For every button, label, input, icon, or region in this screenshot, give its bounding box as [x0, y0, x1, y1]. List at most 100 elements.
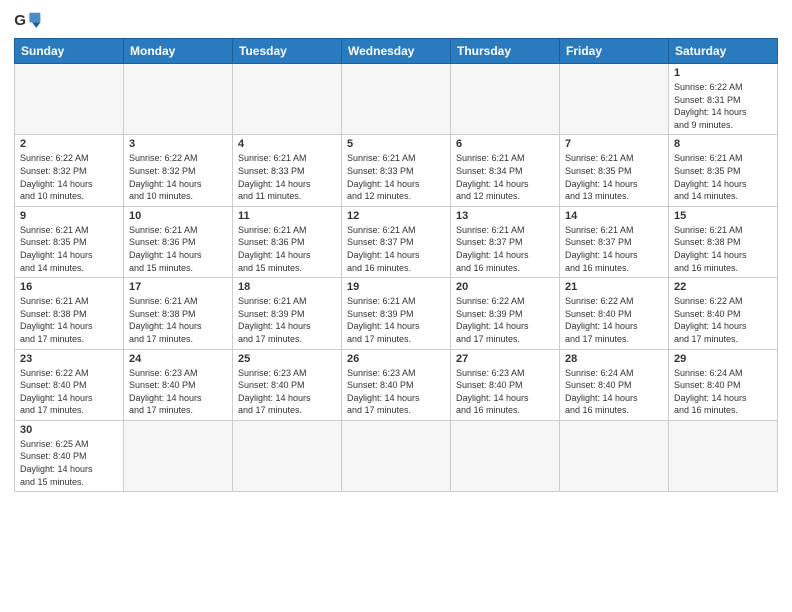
day-info: Sunrise: 6:21 AM Sunset: 8:37 PM Dayligh… [456, 224, 554, 274]
day-number: 17 [129, 281, 227, 293]
calendar-cell: 24 Sunrise: 6:23 AM Sunset: 8:40 PM Dayli… [124, 349, 233, 420]
day-info: Sunrise: 6:24 AM Sunset: 8:40 PM Dayligh… [565, 367, 663, 417]
calendar-cell: 10Sunrise: 6:21 AM Sunset: 8:36 PM Dayli… [124, 206, 233, 277]
weekday-header-sunday: Sunday [15, 39, 124, 64]
day-number: 12 [347, 210, 445, 222]
day-number: 19 [347, 281, 445, 293]
calendar-cell: 18Sunrise: 6:21 AM Sunset: 8:39 PM Dayli… [233, 278, 342, 349]
calendar-cell: 11 Sunrise: 6:21 AM Sunset: 8:36 PM Dayli… [233, 206, 342, 277]
day-info: Sunrise: 6:21 AM Sunset: 8:39 PM Dayligh… [347, 295, 445, 345]
calendar-cell [560, 64, 669, 135]
day-number: 26 [347, 353, 445, 365]
day-info: Sunrise: 6:21 AM Sunset: 8:38 PM Dayligh… [20, 295, 118, 345]
day-number: 6 [456, 138, 554, 150]
calendar-cell [124, 64, 233, 135]
calendar-cell: 27Sunrise: 6:23 AM Sunset: 8:40 PM Dayli… [451, 349, 560, 420]
weekday-header-tuesday: Tuesday [233, 39, 342, 64]
calendar-week-row: 9 Sunrise: 6:21 AM Sunset: 8:35 PM Daylig… [15, 206, 778, 277]
calendar-cell: 14 Sunrise: 6:21 AM Sunset: 8:37 PM Dayli… [560, 206, 669, 277]
calendar-cell: 12Sunrise: 6:21 AM Sunset: 8:37 PM Dayli… [342, 206, 451, 277]
day-number: 10 [129, 210, 227, 222]
day-info: Sunrise: 6:22 AM Sunset: 8:31 PM Dayligh… [674, 81, 772, 131]
calendar-cell: 21 Sunrise: 6:22 AM Sunset: 8:40 PM Dayli… [560, 278, 669, 349]
day-number: 11 [238, 210, 336, 222]
day-info: Sunrise: 6:21 AM Sunset: 8:33 PM Dayligh… [347, 152, 445, 202]
day-number: 20 [456, 281, 554, 293]
calendar-week-row: 2 Sunrise: 6:22 AM Sunset: 8:32 PM Daylig… [15, 135, 778, 206]
calendar-cell: 30 Sunrise: 6:25 AM Sunset: 8:40 PM Dayli… [15, 420, 124, 491]
day-info: Sunrise: 6:23 AM Sunset: 8:40 PM Dayligh… [129, 367, 227, 417]
day-info: Sunrise: 6:22 AM Sunset: 8:40 PM Dayligh… [674, 295, 772, 345]
calendar-cell: 5 Sunrise: 6:21 AM Sunset: 8:33 PM Daylig… [342, 135, 451, 206]
calendar-cell: 4Sunrise: 6:21 AM Sunset: 8:33 PM Daylig… [233, 135, 342, 206]
day-number: 23 [20, 353, 118, 365]
day-number: 3 [129, 138, 227, 150]
header: G [14, 10, 778, 32]
day-info: Sunrise: 6:22 AM Sunset: 8:40 PM Dayligh… [565, 295, 663, 345]
calendar-cell: 9 Sunrise: 6:21 AM Sunset: 8:35 PM Daylig… [15, 206, 124, 277]
day-number: 30 [20, 424, 118, 436]
weekday-header-row: SundayMondayTuesdayWednesdayThursdayFrid… [15, 39, 778, 64]
calendar-week-row: 30 Sunrise: 6:25 AM Sunset: 8:40 PM Dayli… [15, 420, 778, 491]
calendar-cell [342, 64, 451, 135]
day-number: 16 [20, 281, 118, 293]
day-info: Sunrise: 6:23 AM Sunset: 8:40 PM Dayligh… [347, 367, 445, 417]
day-number: 24 [129, 353, 227, 365]
day-info: Sunrise: 6:25 AM Sunset: 8:40 PM Dayligh… [20, 438, 118, 488]
day-info: Sunrise: 6:22 AM Sunset: 8:40 PM Dayligh… [20, 367, 118, 417]
day-number: 8 [674, 138, 772, 150]
day-number: 7 [565, 138, 663, 150]
day-info: Sunrise: 6:21 AM Sunset: 8:33 PM Dayligh… [238, 152, 336, 202]
calendar-cell: 15Sunrise: 6:21 AM Sunset: 8:38 PM Dayli… [669, 206, 778, 277]
weekday-header-saturday: Saturday [669, 39, 778, 64]
day-info: Sunrise: 6:22 AM Sunset: 8:32 PM Dayligh… [20, 152, 118, 202]
day-number: 5 [347, 138, 445, 150]
weekday-header-monday: Monday [124, 39, 233, 64]
calendar-week-row: 23 Sunrise: 6:22 AM Sunset: 8:40 PM Dayli… [15, 349, 778, 420]
day-number: 13 [456, 210, 554, 222]
weekday-header-wednesday: Wednesday [342, 39, 451, 64]
day-info: Sunrise: 6:22 AM Sunset: 8:32 PM Dayligh… [129, 152, 227, 202]
day-info: Sunrise: 6:21 AM Sunset: 8:35 PM Dayligh… [20, 224, 118, 274]
day-info: Sunrise: 6:21 AM Sunset: 8:35 PM Dayligh… [674, 152, 772, 202]
calendar-cell [15, 64, 124, 135]
calendar-cell: 29 Sunrise: 6:24 AM Sunset: 8:40 PM Dayli… [669, 349, 778, 420]
day-info: Sunrise: 6:21 AM Sunset: 8:37 PM Dayligh… [565, 224, 663, 274]
weekday-header-friday: Friday [560, 39, 669, 64]
day-number: 22 [674, 281, 772, 293]
calendar-cell [233, 420, 342, 491]
calendar-cell [124, 420, 233, 491]
calendar-cell: 28Sunrise: 6:24 AM Sunset: 8:40 PM Dayli… [560, 349, 669, 420]
day-number: 21 [565, 281, 663, 293]
calendar-cell: 23 Sunrise: 6:22 AM Sunset: 8:40 PM Dayli… [15, 349, 124, 420]
day-number: 9 [20, 210, 118, 222]
day-info: Sunrise: 6:21 AM Sunset: 8:39 PM Dayligh… [238, 295, 336, 345]
day-info: Sunrise: 6:21 AM Sunset: 8:36 PM Dayligh… [238, 224, 336, 274]
calendar-week-row: 1Sunrise: 6:22 AM Sunset: 8:31 PM Daylig… [15, 64, 778, 135]
day-info: Sunrise: 6:21 AM Sunset: 8:38 PM Dayligh… [674, 224, 772, 274]
calendar-week-row: 16 Sunrise: 6:21 AM Sunset: 8:38 PM Dayli… [15, 278, 778, 349]
weekday-header-thursday: Thursday [451, 39, 560, 64]
calendar-cell: 26 Sunrise: 6:23 AM Sunset: 8:40 PM Dayli… [342, 349, 451, 420]
calendar-cell: 13 Sunrise: 6:21 AM Sunset: 8:37 PM Dayli… [451, 206, 560, 277]
calendar-cell: 7 Sunrise: 6:21 AM Sunset: 8:35 PM Daylig… [560, 135, 669, 206]
calendar-cell: 25Sunrise: 6:23 AM Sunset: 8:40 PM Dayli… [233, 349, 342, 420]
day-number: 14 [565, 210, 663, 222]
day-info: Sunrise: 6:24 AM Sunset: 8:40 PM Dayligh… [674, 367, 772, 417]
day-info: Sunrise: 6:21 AM Sunset: 8:34 PM Dayligh… [456, 152, 554, 202]
logo-icon: G [14, 10, 42, 32]
calendar-cell [451, 64, 560, 135]
day-info: Sunrise: 6:23 AM Sunset: 8:40 PM Dayligh… [238, 367, 336, 417]
logo: G [14, 10, 44, 32]
calendar-cell: 6 Sunrise: 6:21 AM Sunset: 8:34 PM Daylig… [451, 135, 560, 206]
calendar-table: SundayMondayTuesdayWednesdayThursdayFrid… [14, 38, 778, 492]
calendar-cell: 1Sunrise: 6:22 AM Sunset: 8:31 PM Daylig… [669, 64, 778, 135]
day-info: Sunrise: 6:21 AM Sunset: 8:35 PM Dayligh… [565, 152, 663, 202]
calendar-cell: 16 Sunrise: 6:21 AM Sunset: 8:38 PM Dayli… [15, 278, 124, 349]
day-number: 29 [674, 353, 772, 365]
calendar-cell [560, 420, 669, 491]
calendar-cell: 17Sunrise: 6:21 AM Sunset: 8:38 PM Dayli… [124, 278, 233, 349]
calendar-cell [342, 420, 451, 491]
calendar-cell: 8 Sunrise: 6:21 AM Sunset: 8:35 PM Daylig… [669, 135, 778, 206]
day-number: 2 [20, 138, 118, 150]
